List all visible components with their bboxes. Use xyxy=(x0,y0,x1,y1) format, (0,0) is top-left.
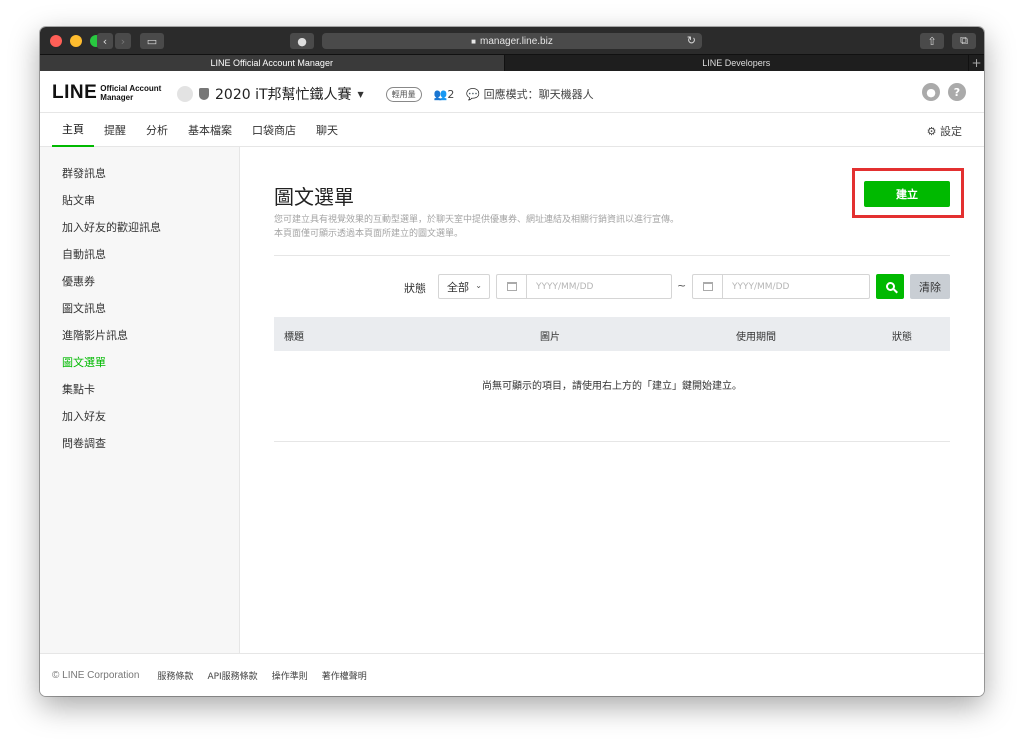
main-nav: 主頁 提醒 分析 基本檔案 口袋商店 聊天 ⚙ 設定 xyxy=(40,113,984,147)
calendar-icon[interactable] xyxy=(497,275,527,298)
sidebar-item-broadcast[interactable]: 群發訊息 xyxy=(40,159,239,186)
sidebar-item-auto-reply[interactable]: 自動訊息 xyxy=(40,240,239,267)
account-name: 2020 iT邦幫忙鐵人賽 xyxy=(215,87,352,103)
footer-link-copyright[interactable]: 著作權聲明 xyxy=(322,669,367,682)
search-icon xyxy=(885,282,895,291)
sidebar-item-survey[interactable]: 問卷調查 xyxy=(40,429,239,456)
tab-line-developers[interactable]: LINE Developers xyxy=(503,55,969,71)
help-icon[interactable]: ? xyxy=(948,83,966,101)
sidebar-item-reward-card[interactable]: 集點卡 xyxy=(40,375,239,402)
header-divider xyxy=(274,255,950,256)
sidebar-item-greeting[interactable]: 加入好友的歡迎訊息 xyxy=(40,213,239,240)
page-title: 圖文選單 xyxy=(274,185,354,209)
date-from-field[interactable] xyxy=(496,274,672,299)
page-description-line-1: 您可建立具有視覺效果的互動型選單，於聊天室中提供優惠券、網址連結及相關行銷資訊以… xyxy=(274,215,680,225)
footer-link-guidelines[interactable]: 操作準則 xyxy=(272,669,308,682)
nav-item-home[interactable]: 主頁 xyxy=(52,113,94,147)
line-oa-manager-logo[interactable]: LINE Official Account Manager xyxy=(52,82,161,104)
chat-bubble-icon: 💬 xyxy=(466,88,484,101)
create-button[interactable]: 建立 xyxy=(864,181,950,207)
address-bar[interactable]: ■ manager.line.biz ↻ xyxy=(322,33,702,49)
forward-icon[interactable]: › xyxy=(115,33,131,49)
sidebar-item-rich-message[interactable]: 圖文訊息 xyxy=(40,294,239,321)
settings-link[interactable]: ⚙ 設定 xyxy=(927,123,962,139)
calendar-icon[interactable] xyxy=(693,275,723,298)
sidebar-item-add-friends[interactable]: 加入好友 xyxy=(40,402,239,429)
people-icon: 👥 xyxy=(433,87,448,101)
date-range-separator: ~ xyxy=(677,279,687,292)
privacy-shield-icon[interactable]: ● xyxy=(290,33,314,49)
table-bottom-border xyxy=(274,441,950,442)
column-header-image: 圖片 xyxy=(540,332,560,343)
plan-badge: 輕用量 xyxy=(385,86,422,102)
nav-item-notifications[interactable]: 提醒 xyxy=(94,113,136,147)
account-avatar xyxy=(177,86,193,102)
footer-link-api-terms[interactable]: API服務條款 xyxy=(207,669,257,682)
reply-mode-label: 回應模式：聊天機器人 xyxy=(483,88,594,101)
search-button[interactable] xyxy=(876,274,904,299)
chevron-down-icon: ⌄ xyxy=(475,281,482,290)
sidebar-toggle-icon[interactable]: ▭ xyxy=(140,33,164,49)
window-controls xyxy=(50,35,102,47)
friends-count-value: 2 xyxy=(447,87,455,101)
account-switcher[interactable]: 2020 iT邦幫忙鐵人賽 ▼ 輕用量 👥2 💬 回應模式：聊天機器人 xyxy=(177,84,594,104)
verified-shield-icon xyxy=(199,88,209,100)
clear-button[interactable]: 清除 xyxy=(910,274,950,299)
reload-icon[interactable]: ↻ xyxy=(687,34,696,47)
date-to-field[interactable] xyxy=(692,274,870,299)
status-filter-label: 狀態 xyxy=(404,282,426,295)
nav-item-chat[interactable]: 聊天 xyxy=(306,113,348,147)
date-to-input[interactable] xyxy=(723,275,863,298)
tabs-overview-icon[interactable]: ⧉ xyxy=(952,33,976,49)
minimize-window-button[interactable] xyxy=(70,35,82,47)
caret-down-icon: ▼ xyxy=(357,89,364,99)
date-from-input[interactable] xyxy=(527,275,667,298)
status-select[interactable]: 全部 ⌄ xyxy=(438,274,490,299)
page-body: 群發訊息 貼文串 加入好友的歡迎訊息 自動訊息 優惠券 圖文訊息 進階影片訊息 … xyxy=(40,147,984,653)
browser-window: ‹ › ▭ ● ■ manager.line.biz ↻ ⇧ ⧉ LINE Of… xyxy=(40,27,984,696)
column-header-status[interactable]: 狀態 xyxy=(892,328,912,343)
status-select-value: 全部 xyxy=(447,280,469,294)
share-icon[interactable]: ⇧ xyxy=(920,33,944,49)
empty-state-message: 尚無可顯示的項目，請使用右上方的「建立」鍵開始建立。 xyxy=(482,381,742,392)
logo-main-text: LINE xyxy=(52,82,98,103)
footer-link-terms[interactable]: 服務條款 xyxy=(157,669,193,682)
main-content: 圖文選單 您可建立具有視覺效果的互動型選單，於聊天室中提供優惠券、網址連結及相關… xyxy=(240,147,984,653)
column-header-period[interactable]: 使用期間 xyxy=(736,328,776,343)
close-window-button[interactable] xyxy=(50,35,62,47)
nav-item-shop[interactable]: 口袋商店 xyxy=(242,113,306,147)
footer: © LINE Corporation 服務條款 API服務條款 操作準則 著作權… xyxy=(40,653,984,696)
page-description: 您可建立具有視覺效果的互動型選單，於聊天室中提供優惠券、網址連結及相關行銷資訊以… xyxy=(274,213,679,241)
sidebar-item-rich-menu[interactable]: 圖文選單 xyxy=(40,348,239,375)
user-profile-icon[interactable]: ● xyxy=(922,83,940,101)
sidebar-item-coupons[interactable]: 優惠券 xyxy=(40,267,239,294)
sidebar: 群發訊息 貼文串 加入好友的歡迎訊息 自動訊息 優惠券 圖文訊息 進階影片訊息 … xyxy=(40,147,240,653)
column-header-title[interactable]: 標題 xyxy=(284,328,304,343)
page-description-line-2: 本頁面僅可顯示透過本頁面所建立的圖文選單。 xyxy=(274,229,464,239)
table-header: 標題 圖片 使用期間 狀態 xyxy=(274,317,950,351)
logo-sub-line-2: Manager xyxy=(100,93,134,102)
logo-sub-line-1: Official Account xyxy=(100,84,162,93)
settings-label: 設定 xyxy=(940,125,962,138)
tab-line-oa-manager[interactable]: LINE Official Account Manager xyxy=(40,55,504,71)
browser-toolbar: ‹ › ▭ ● ■ manager.line.biz ↻ ⇧ ⧉ xyxy=(40,27,984,54)
reply-mode[interactable]: 💬 回應模式：聊天機器人 xyxy=(466,86,593,102)
gear-icon: ⚙ xyxy=(926,125,940,138)
back-icon[interactable]: ‹ xyxy=(97,33,113,49)
sidebar-item-rich-video[interactable]: 進階影片訊息 xyxy=(40,321,239,348)
nav-item-profile[interactable]: 基本檔案 xyxy=(178,113,242,147)
copyright: © LINE Corporation xyxy=(52,669,140,681)
nav-item-analytics[interactable]: 分析 xyxy=(136,113,178,147)
new-tab-icon[interactable]: + xyxy=(968,55,984,71)
url-text: manager.line.biz xyxy=(480,35,553,47)
logo-sub-text: Official Account Manager xyxy=(100,84,161,102)
browser-tab-bar: LINE Official Account Manager LINE Devel… xyxy=(40,54,984,71)
lock-icon: ■ xyxy=(471,36,476,46)
friends-count[interactable]: 👥2 xyxy=(434,88,455,101)
sidebar-item-timeline[interactable]: 貼文串 xyxy=(40,186,239,213)
app-header: LINE Official Account Manager 2020 iT邦幫忙… xyxy=(40,71,984,113)
